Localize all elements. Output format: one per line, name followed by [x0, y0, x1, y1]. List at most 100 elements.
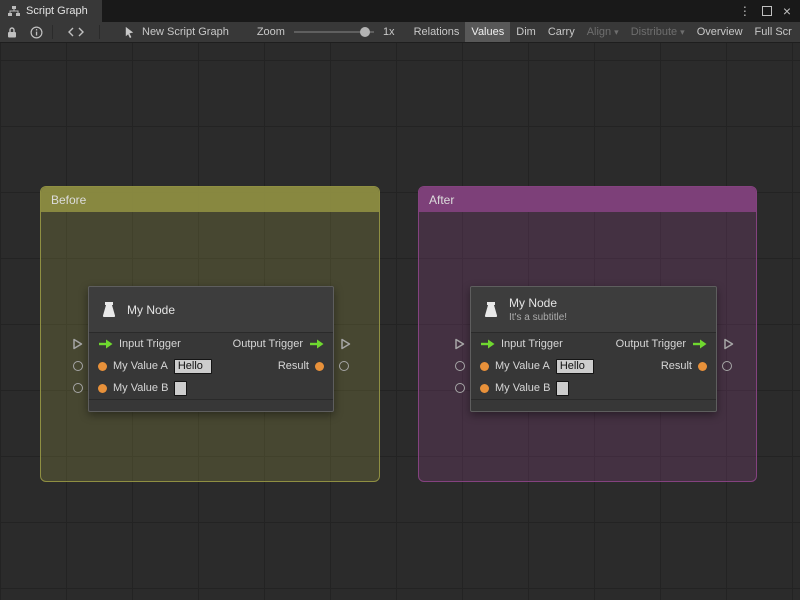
dim-button[interactable]: Dim: [510, 22, 542, 42]
port-label: My Value A: [113, 360, 168, 372]
output-trigger-port[interactable]: Output Trigger: [233, 338, 324, 350]
port-label: Result: [660, 360, 692, 372]
node-title: My Node: [127, 302, 176, 317]
value-a-input[interactable]: [555, 358, 594, 374]
external-value-port-icon[interactable]: [73, 383, 83, 393]
close-icon[interactable]: ×: [783, 4, 791, 18]
fullscreen-button[interactable]: Full Scr: [749, 22, 798, 42]
value-a-input[interactable]: [173, 358, 212, 374]
pointer-icon: [125, 26, 134, 38]
tab-bar: Script Graph ⋮ ×: [0, 0, 800, 22]
input-trigger-port[interactable]: Input Trigger: [98, 338, 181, 350]
zoom-control: Zoom 1x: [257, 26, 395, 38]
values-button[interactable]: Values: [465, 22, 511, 42]
port-row: My Value B: [89, 377, 333, 399]
toolbar-separator: [99, 25, 100, 39]
port-row: Input Trigger Output Trigger: [471, 333, 716, 355]
lock-button[interactable]: [0, 22, 24, 42]
graph-selector[interactable]: New Script Graph: [123, 26, 229, 39]
value-b-port[interactable]: My Value B: [480, 380, 570, 396]
value-port-icon[interactable]: [315, 361, 324, 371]
align-button[interactable]: Align ▾: [581, 22, 625, 42]
edit-script-button[interactable]: [56, 22, 96, 42]
flow-arrow-icon[interactable]: [98, 339, 113, 349]
port-label: Output Trigger: [232, 338, 303, 350]
value-a-port[interactable]: My Value A: [98, 358, 212, 374]
distribute-button[interactable]: Distribute ▾: [625, 22, 691, 42]
zoom-label: Zoom: [256, 26, 285, 38]
external-flow-port-icon[interactable]: [722, 338, 734, 350]
unit-icon: [484, 301, 498, 317]
graph-canvas[interactable]: Before After My Node Input Trigger Outpu…: [0, 43, 800, 600]
input-trigger-port[interactable]: Input Trigger: [480, 338, 563, 350]
info-icon: [30, 25, 43, 39]
external-flow-port-icon[interactable]: [71, 338, 83, 350]
external-value-port-icon[interactable]: [455, 361, 465, 371]
port-label: Input Trigger: [119, 338, 181, 350]
value-port-icon[interactable]: [98, 383, 107, 393]
group-before-header[interactable]: Before: [41, 187, 379, 212]
value-b-input[interactable]: [556, 380, 570, 396]
value-a-port[interactable]: My Value A: [480, 358, 594, 374]
zoom-slider[interactable]: [293, 26, 374, 38]
code-icon: [68, 27, 84, 37]
port-label: Output Trigger: [615, 338, 686, 350]
dropdown-arrow-icon: ▾: [614, 27, 619, 37]
flow-arrow-icon[interactable]: [692, 339, 707, 349]
group-after-header[interactable]: After: [419, 187, 756, 212]
value-port-icon[interactable]: [480, 361, 489, 371]
value-port-icon[interactable]: [98, 361, 107, 371]
output-trigger-port[interactable]: Output Trigger: [616, 338, 707, 350]
result-port[interactable]: Result: [661, 360, 707, 372]
port-label: Input Trigger: [501, 338, 563, 350]
graph-name: New Script Graph: [142, 26, 229, 38]
graph-toolbar: New Script Graph Zoom 1x Relations Value…: [0, 22, 800, 43]
node-my-node-before[interactable]: My Node Input Trigger Output Trigger My …: [73, 286, 351, 412]
value-port-icon[interactable]: [480, 383, 489, 393]
node-titles: My Node It's a subtitle!: [509, 296, 567, 323]
external-value-port-icon[interactable]: [455, 383, 465, 393]
flow-arrow-icon[interactable]: [309, 339, 324, 349]
node-footer: [89, 399, 333, 411]
align-label: Align: [586, 26, 612, 38]
window-menu-icon[interactable]: ⋮: [739, 5, 751, 17]
port-row: My Value A Result: [471, 355, 716, 377]
tab-script-graph[interactable]: Script Graph: [0, 0, 102, 22]
value-b-input[interactable]: [174, 380, 188, 396]
external-flow-port-icon[interactable]: [453, 338, 465, 350]
port-row: My Value A Result: [89, 355, 333, 377]
overview-button[interactable]: Overview: [691, 22, 749, 42]
external-flow-port-icon[interactable]: [339, 338, 351, 350]
graph-icon: [8, 6, 20, 16]
node-title: My Node: [509, 296, 558, 310]
value-port-icon[interactable]: [698, 361, 707, 371]
external-value-port-icon[interactable]: [722, 361, 732, 371]
inspect-button[interactable]: [24, 22, 49, 42]
tab-title: Script Graph: [26, 5, 88, 17]
script-graph-window: Script Graph ⋮ × New Script Graph Zoom 1…: [0, 0, 800, 600]
unit-icon: [102, 301, 116, 317]
distribute-label: Distribute: [630, 26, 678, 38]
zoom-slider-knob[interactable]: [359, 27, 370, 37]
node-header[interactable]: My Node: [89, 287, 333, 333]
port-label: My Value A: [495, 360, 550, 372]
node-titles: My Node: [127, 303, 175, 317]
port-row: My Value B: [471, 377, 716, 399]
value-b-port[interactable]: My Value B: [98, 380, 188, 396]
group-after-label: After: [429, 192, 455, 207]
window-controls: ⋮ ×: [739, 0, 800, 22]
flow-arrow-icon[interactable]: [480, 339, 495, 349]
port-label: Result: [277, 360, 309, 372]
node-header[interactable]: My Node It's a subtitle!: [471, 287, 716, 333]
maximize-icon[interactable]: [761, 6, 772, 16]
group-before-label: Before: [51, 192, 87, 207]
result-port[interactable]: Result: [278, 360, 324, 372]
node-my-node-after[interactable]: My Node It's a subtitle! Input Trigger O…: [455, 286, 734, 412]
zoom-value: 1x: [382, 26, 395, 38]
carry-button[interactable]: Carry: [542, 22, 581, 42]
port-row: Input Trigger Output Trigger: [89, 333, 333, 355]
external-value-port-icon[interactable]: [339, 361, 349, 371]
port-label: My Value B: [113, 382, 169, 394]
relations-button[interactable]: Relations: [408, 22, 466, 42]
external-value-port-icon[interactable]: [73, 361, 83, 371]
